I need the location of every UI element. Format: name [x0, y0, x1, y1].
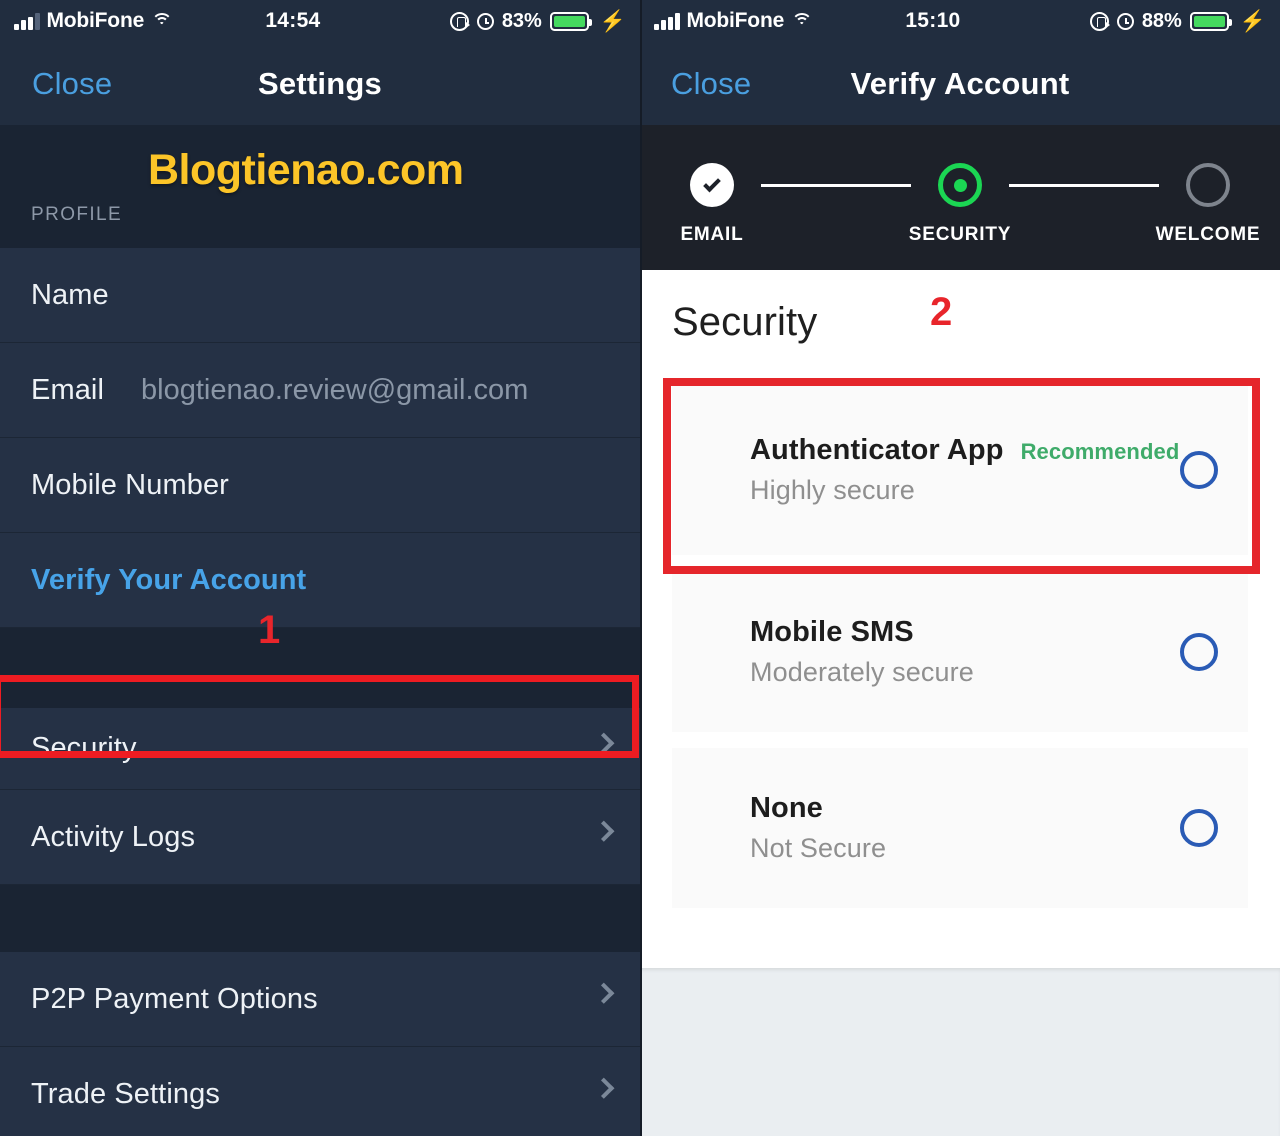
stepper-step-welcome: WELCOME — [1156, 163, 1260, 246]
option-title: Authenticator App — [750, 434, 1004, 466]
signal-bars-icon — [654, 12, 680, 30]
dual-phone-screenshot: MobiFone 14:54 83% ⚡ Close Settings Blog… — [0, 0, 1280, 1136]
carrier-name: MobiFone — [686, 9, 785, 32]
right-nav-bar: Close Verify Account — [640, 42, 1280, 125]
chevron-right-icon — [593, 982, 615, 1004]
chevron-right-icon — [593, 732, 615, 754]
stepper-label: SECURITY — [908, 224, 1012, 245]
profile-rows-group: Name Email blogtienao.review@gmail.com M… — [0, 248, 640, 628]
battery-percentage: 83% — [501, 9, 542, 32]
watermark-logo: Blogtienao.com — [148, 146, 464, 194]
row-label: Trade Settings — [31, 1077, 220, 1110]
status-bar-right-group: 83% ⚡ — [449, 9, 626, 33]
stepper-label: WELCOME — [1155, 224, 1261, 245]
recommended-badge: Recommended — [1020, 439, 1180, 464]
row-label: Activity Logs — [31, 820, 196, 853]
wifi-icon — [791, 13, 813, 29]
radio-button[interactable] — [1180, 451, 1218, 489]
chevron-right-icon — [593, 820, 615, 842]
annotation-marker-2: 2 — [930, 290, 953, 334]
close-button[interactable]: Close — [640, 66, 751, 102]
row-label: Verify Your Account — [31, 563, 307, 596]
battery-icon — [549, 11, 592, 31]
option-subtitle: Moderately secure — [750, 657, 974, 687]
close-button[interactable]: Close — [0, 66, 112, 102]
stepper-connector — [761, 184, 911, 187]
left-nav-bar: Close Settings — [0, 42, 640, 125]
settings-row-p2p-payment-options[interactable]: P2P Payment Options — [0, 952, 640, 1047]
row-label: Email — [31, 373, 105, 406]
section-separator-1 — [0, 628, 640, 708]
radio-button[interactable] — [1180, 633, 1218, 671]
chevron-right-icon — [593, 1077, 615, 1099]
status-bar-center-group: 14:54 — [172, 9, 450, 33]
status-bar-clock: 14:54 — [265, 9, 321, 32]
stepper-label: EMAIL — [680, 224, 744, 245]
bottom-inactive-area — [640, 968, 1280, 1136]
option-subtitle: Highly secure — [750, 475, 915, 505]
option-authenticator-app[interactable]: Authenticator App Recommended Highly sec… — [672, 385, 1248, 555]
panel-divider — [640, 0, 642, 1136]
section-separator-2 — [0, 885, 640, 952]
status-bar-left-group: MobiFone — [654, 9, 813, 33]
option-title: Mobile SMS — [750, 616, 914, 648]
alarm-clock-icon — [1116, 12, 1134, 30]
settings-row-mobile-number[interactable]: Mobile Number — [0, 438, 640, 533]
rotation-lock-icon — [449, 11, 470, 31]
stepper-connector — [1009, 184, 1159, 187]
settings-row-trade-settings[interactable]: Trade Settings — [0, 1047, 640, 1136]
section-label-profile: PROFILE — [31, 204, 123, 225]
check-circle-icon — [690, 163, 734, 207]
option-title: None — [750, 792, 823, 824]
rotation-lock-icon — [1089, 11, 1110, 31]
content-title: Security — [672, 300, 818, 344]
status-bar-right-group: 88% ⚡ — [1089, 9, 1266, 33]
payment-rows-group: P2P Payment Options Trade Settings — [0, 952, 640, 1136]
status-bar-clock: 15:10 — [905, 9, 961, 32]
wifi-icon — [151, 13, 173, 29]
active-dot-icon — [938, 163, 982, 207]
charging-bolt-icon: ⚡ — [1239, 9, 1266, 33]
stepper-step-security: SECURITY — [908, 163, 1012, 246]
row-label: P2P Payment Options — [31, 982, 318, 1015]
profile-section-header: Blogtienao.com PROFILE — [0, 125, 640, 248]
status-bar-center-group: 15:10 — [812, 9, 1090, 33]
battery-icon — [1189, 11, 1232, 31]
option-mobile-sms[interactable]: Mobile SMS Moderately secure — [672, 572, 1248, 732]
right-phone-panel: MobiFone 15:10 88% ⚡ Close Verify Accoun… — [640, 0, 1280, 1136]
settings-row-verify-your-account[interactable]: Verify Your Account — [0, 533, 640, 628]
settings-row-activity-logs[interactable]: Activity Logs — [0, 790, 640, 885]
row-value: blogtienao.review@gmail.com — [141, 373, 529, 406]
radio-button[interactable] — [1180, 809, 1218, 847]
row-label: Mobile Number — [31, 468, 229, 501]
settings-row-email[interactable]: Email blogtienao.review@gmail.com — [0, 343, 640, 438]
carrier-name: MobiFone — [46, 9, 145, 32]
option-subtitle: Not Secure — [750, 833, 887, 863]
stepper-step-email: EMAIL — [663, 163, 761, 246]
verification-stepper: EMAIL SECURITY WELCOME — [640, 125, 1280, 270]
signal-bars-icon — [14, 12, 40, 30]
settings-row-security[interactable]: Security — [0, 708, 640, 790]
row-label: Name — [31, 278, 109, 311]
security-rows-group: Security Activity Logs — [0, 708, 640, 885]
right-status-bar: MobiFone 15:10 88% ⚡ — [640, 0, 1280, 42]
row-label: Security — [31, 732, 137, 764]
alarm-clock-icon — [476, 12, 494, 30]
left-phone-panel: MobiFone 14:54 83% ⚡ Close Settings Blog… — [0, 0, 640, 1136]
option-none[interactable]: None Not Secure — [672, 748, 1248, 908]
left-status-bar: MobiFone 14:54 83% ⚡ — [0, 0, 640, 42]
charging-bolt-icon: ⚡ — [599, 9, 626, 33]
annotation-marker-1: 1 — [258, 608, 281, 652]
empty-circle-icon — [1186, 163, 1230, 207]
settings-row-name[interactable]: Name — [0, 248, 640, 343]
battery-percentage: 88% — [1141, 9, 1182, 32]
status-bar-left-group: MobiFone — [14, 9, 173, 33]
